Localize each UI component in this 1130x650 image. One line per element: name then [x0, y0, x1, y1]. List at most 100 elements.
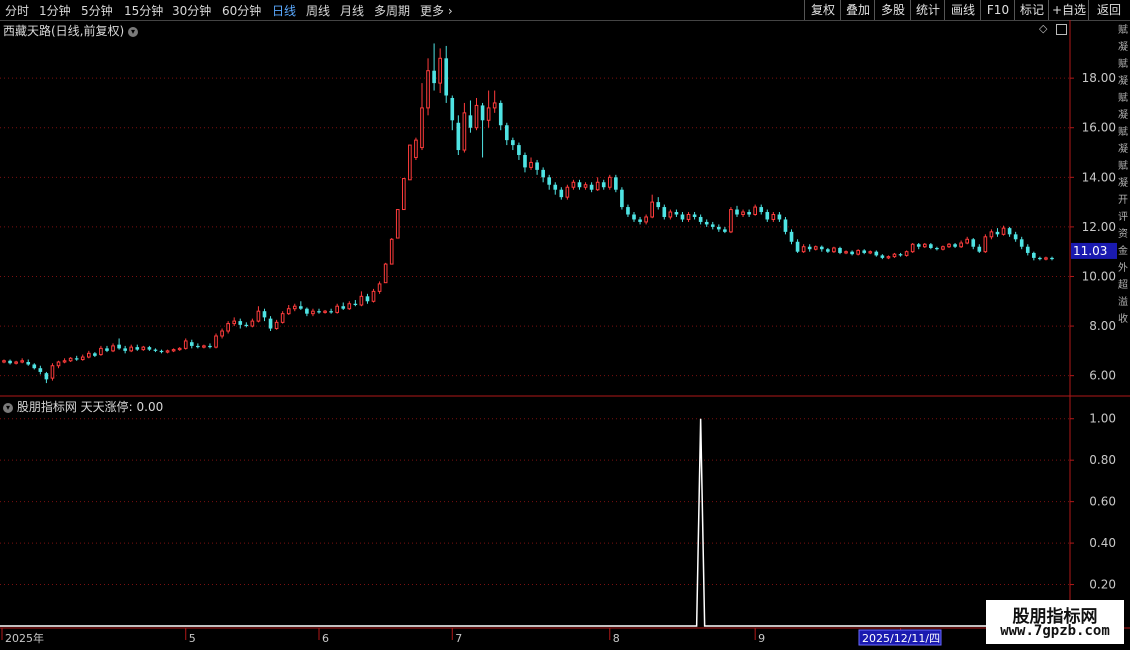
candle-body — [541, 169, 545, 178]
candle-body — [977, 246, 982, 252]
candle-body — [371, 290, 376, 302]
candle-body — [601, 182, 606, 188]
candle-body — [626, 207, 630, 215]
watermark: 股朋指标网 www.7gpzb.com — [986, 600, 1124, 644]
candle-body — [504, 125, 509, 141]
candle-body — [741, 211, 745, 215]
candle-body — [74, 358, 79, 360]
candle-body — [801, 246, 806, 253]
candle-body — [202, 345, 206, 348]
chevron-down-icon[interactable]: ▾ — [128, 26, 139, 37]
cursor-date-label: 2025/12/11/四 — [862, 632, 940, 645]
price-tick-label: 16.00 — [1082, 121, 1116, 135]
candle-body — [674, 212, 679, 215]
candle-body — [432, 70, 436, 84]
candle-body — [117, 344, 121, 349]
indicator-tick-label: 1.00 — [1089, 412, 1116, 426]
candle-body — [232, 320, 237, 325]
candle-body — [765, 212, 770, 220]
diamond-icon[interactable]: ◇ — [1039, 22, 1047, 35]
chevron-down-icon[interactable]: ▾ — [3, 402, 13, 413]
candle-body — [329, 311, 333, 313]
candle-body — [196, 345, 200, 348]
candle-body — [953, 244, 957, 247]
candle-body — [686, 214, 691, 220]
candle-body — [1001, 227, 1006, 235]
candle-body — [1025, 246, 1030, 253]
candle-body — [717, 226, 721, 230]
x-axis-label: 6 — [322, 632, 329, 645]
price-tick-label: 10.00 — [1082, 269, 1116, 283]
candle-body — [819, 246, 824, 250]
candle-body — [656, 202, 661, 208]
candle-body — [14, 361, 18, 364]
candle-body — [8, 360, 12, 364]
x-axis-label: 9 — [758, 632, 765, 645]
candle-body — [317, 311, 321, 313]
candle-body — [93, 353, 97, 356]
candle-body — [916, 244, 921, 247]
candle-body — [692, 214, 697, 217]
candle-body — [826, 249, 830, 252]
candle-body — [995, 231, 1000, 235]
candle-body — [553, 184, 558, 190]
candle-body — [941, 246, 945, 250]
candle-body — [147, 347, 152, 350]
x-axis-label: 5 — [189, 632, 196, 645]
candle-body — [299, 306, 303, 309]
candle-body — [680, 214, 685, 220]
candle-body — [795, 241, 800, 252]
side-info-strip[interactable]: 赋凝赋凝赋凝赋凝赋凝开评资金外超溢收 — [1118, 22, 1130, 392]
candle-body — [565, 186, 570, 198]
candle-body — [183, 340, 188, 349]
candle-body — [735, 209, 739, 215]
candle-body — [1007, 228, 1012, 235]
candle-body — [698, 216, 703, 222]
candle-body — [395, 209, 400, 239]
candle-body — [492, 102, 497, 109]
candle-body — [632, 214, 636, 220]
candle-body — [38, 368, 43, 372]
candle-body — [153, 349, 158, 351]
candle-body — [32, 364, 37, 369]
candle-body — [105, 348, 109, 351]
candle-body — [171, 349, 176, 352]
candle-body — [583, 184, 588, 188]
candle-body — [868, 251, 873, 254]
candle-body — [729, 209, 733, 233]
candle-body — [662, 207, 667, 217]
candle-body — [189, 342, 194, 346]
price-tick-label: 14.00 — [1082, 170, 1116, 184]
candle-body — [408, 144, 412, 181]
candle-body — [777, 214, 782, 220]
candle-body — [474, 104, 479, 129]
candle-body — [226, 323, 230, 332]
candle-body — [68, 357, 73, 362]
candle-body — [486, 107, 491, 121]
candle-body — [904, 251, 909, 256]
candle-body — [650, 201, 655, 218]
candle-body — [910, 243, 915, 253]
kline-chart[interactable]: 18.00 16.00 14.00 12.00 10.00 8.00 6.00 1.00 0.8… — [0, 0, 1130, 650]
candle-body — [353, 303, 358, 305]
candle-body — [56, 361, 61, 367]
candle-body — [99, 347, 103, 356]
candle-body — [311, 310, 315, 315]
candle-body — [529, 161, 533, 168]
indicator-tick-label: 0.80 — [1089, 453, 1116, 467]
candle-body — [668, 211, 673, 218]
candle-body — [62, 360, 67, 363]
stock-title: 西藏天路(日线,前复权) — [3, 24, 125, 38]
candle-body — [365, 296, 370, 302]
candle-body — [2, 360, 6, 363]
candle-body — [874, 251, 879, 256]
candle-body — [947, 243, 951, 248]
candle-body — [244, 324, 249, 327]
x-axis-label: 8 — [613, 632, 620, 645]
candle-body — [971, 239, 976, 247]
candle-body — [983, 236, 988, 253]
window-toggle-icon[interactable] — [1056, 24, 1067, 35]
candle-body — [80, 356, 85, 361]
candle-body — [935, 247, 939, 250]
candle-body — [511, 140, 515, 146]
